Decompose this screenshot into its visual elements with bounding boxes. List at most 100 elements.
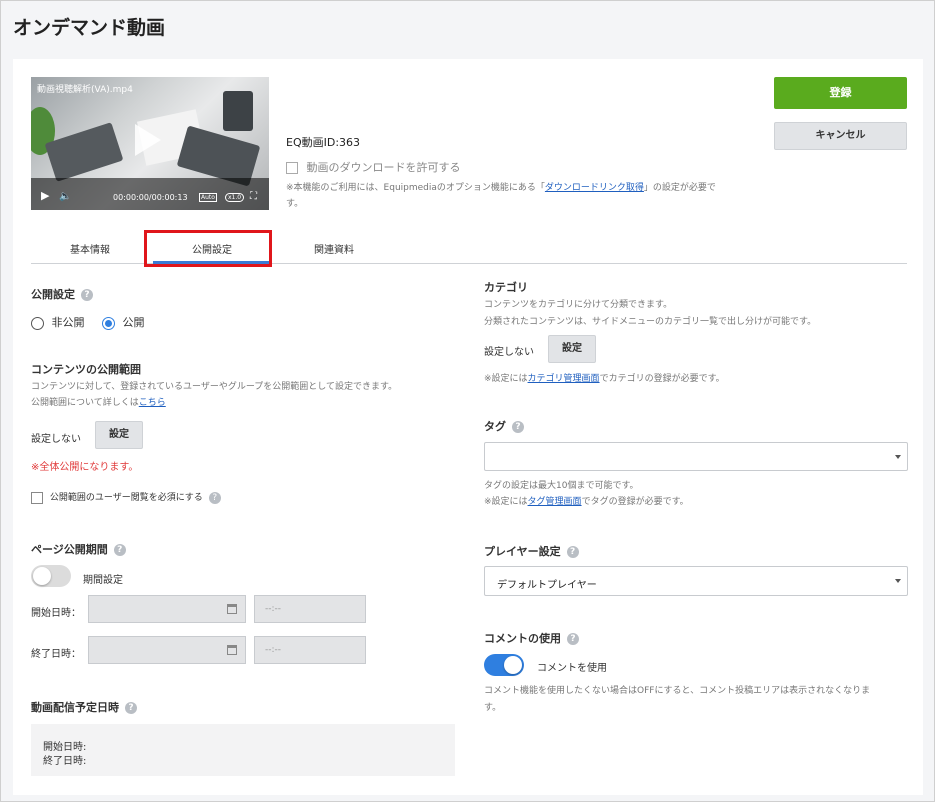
- schedule-panel: 開始日時: 終了日時:: [31, 724, 455, 776]
- video-thumb-tablet: [223, 91, 253, 131]
- category-description: コンテンツをカテゴリに分けて分類できます。 分類されたコンテンツは、サイドメニュ…: [484, 297, 816, 331]
- period-end-date[interactable]: [88, 636, 246, 664]
- time-placeholder: --:--: [265, 604, 282, 614]
- visibility-heading: 公開設定?: [31, 286, 93, 302]
- register-button[interactable]: 登録: [774, 77, 907, 109]
- visibility-radio-group: 非公開 公開: [31, 314, 145, 330]
- toggle-knob: [33, 567, 51, 585]
- schedule-start: 開始日時:: [43, 742, 87, 753]
- period-toggle-label: 期間設定: [83, 575, 123, 586]
- download-note-line2: す。: [286, 199, 304, 209]
- download-note: ※本機能のご利用には、Equipmediaのオプション機能にある「ダウンロードリ…: [286, 180, 756, 212]
- tag-note-prefix: ※設定には: [484, 497, 528, 507]
- help-icon[interactable]: ?: [567, 633, 579, 645]
- player-selected: デフォルトプレイヤー: [497, 580, 597, 591]
- period-end-time[interactable]: --:--: [254, 636, 366, 664]
- content-card: 動画視聴解析(VA).mp4 ▶ 🔈 00:00:00/00:00:13 Aut…: [13, 59, 923, 795]
- tag-select[interactable]: [484, 442, 908, 471]
- period-start-time[interactable]: --:--: [254, 595, 366, 623]
- download-note-prefix: ※本機能のご利用には、Equipmediaのオプション機能にある「: [286, 183, 545, 193]
- help-icon[interactable]: ?: [208, 491, 221, 504]
- player-select[interactable]: デフォルトプレイヤー: [484, 566, 908, 596]
- speed-icon[interactable]: x1.0: [225, 193, 245, 202]
- comment-desc-line2: す。: [484, 703, 502, 713]
- calendar-icon[interactable]: [227, 604, 237, 614]
- require-view-checkbox[interactable]: [31, 491, 43, 504]
- volume-icon[interactable]: 🔈: [59, 191, 71, 202]
- video-player[interactable]: 動画視聴解析(VA).mp4 ▶ 🔈 00:00:00/00:00:13 Aut…: [31, 77, 269, 210]
- radio-private[interactable]: [31, 316, 44, 330]
- help-icon[interactable]: ?: [512, 421, 524, 433]
- chevron-down-icon[interactable]: [895, 579, 901, 583]
- scope-set-button[interactable]: 設定: [95, 421, 143, 449]
- chevron-down-icon[interactable]: [895, 454, 901, 459]
- tab-related-materials[interactable]: 関連資料: [275, 241, 393, 256]
- download-checkbox[interactable]: [286, 162, 298, 174]
- scope-heading: コンテンツの公開範囲: [31, 363, 141, 376]
- category-admin-link[interactable]: カテゴリ管理画面: [528, 374, 600, 384]
- comment-desc-line1: コメント機能を使用したくない場合はOFFにすると、コメント投稿エリアは表示されな…: [484, 686, 871, 696]
- player-heading: プレイヤー設定?: [484, 543, 579, 559]
- tag-admin-link[interactable]: タグ管理画面: [528, 497, 582, 507]
- period-toggle[interactable]: [31, 565, 71, 587]
- tag-heading-text: タグ: [484, 420, 506, 433]
- fullscreen-icon[interactable]: ⛶: [250, 191, 257, 202]
- scope-desc-line1: コンテンツに対して、登録されているユーザーやグループを公開範囲として設定できます…: [31, 382, 398, 392]
- video-thumb-laptop: [44, 122, 124, 182]
- video-filename: 動画視聴解析(VA).mp4: [37, 85, 133, 95]
- require-view-option[interactable]: 公開範囲のユーザー閲覧を必須にする?: [31, 490, 221, 504]
- period-start-label: 開始日時：: [31, 608, 81, 619]
- scope-desc-line2: 公開範囲について詳しくは: [31, 398, 139, 408]
- period-start-date[interactable]: [88, 595, 246, 623]
- scope-details-link[interactable]: こちら: [139, 398, 166, 408]
- quality-icon[interactable]: Auto: [199, 193, 217, 202]
- time-placeholder: --:--: [265, 645, 282, 655]
- comment-description: コメント機能を使用したくない場合はOFFにすると、コメント投稿エリアは表示されな…: [484, 683, 870, 717]
- eq-video-id: EQ動画ID:363: [286, 136, 361, 149]
- schedule-heading: 動画配信予定日時?: [31, 699, 137, 715]
- require-view-label: 公開範囲のユーザー閲覧を必須にする: [49, 493, 203, 503]
- tag-note-line1: タグの設定は最大10個まで可能です。: [484, 481, 639, 491]
- video-time: 00:00:00/00:00:13: [113, 193, 188, 202]
- radio-public-label[interactable]: 公開: [123, 316, 145, 329]
- radio-private-label[interactable]: 非公開: [52, 316, 85, 329]
- category-heading: カテゴリ: [484, 281, 528, 294]
- help-icon[interactable]: ?: [125, 702, 137, 714]
- comment-heading-text: コメントの使用: [484, 632, 561, 645]
- comment-heading: コメントの使用?: [484, 630, 579, 646]
- category-set-button[interactable]: 設定: [548, 335, 596, 363]
- category-note-prefix: ※設定には: [484, 374, 528, 384]
- page-title: オンデマンド動画: [13, 17, 166, 39]
- play-overlay-icon[interactable]: [135, 124, 161, 156]
- help-icon[interactable]: ?: [81, 289, 93, 301]
- tag-note-suffix: でタグの登録が必要です。: [581, 497, 689, 507]
- scope-description: コンテンツに対して、登録されているユーザーやグループを公開範囲として設定できます…: [31, 379, 397, 411]
- help-icon[interactable]: ?: [113, 544, 126, 556]
- highlight-box: [144, 230, 272, 267]
- calendar-icon[interactable]: [227, 645, 237, 655]
- download-permission[interactable]: 動画のダウンロードを許可する: [286, 159, 461, 175]
- scope-none-label: 設定しない: [31, 434, 81, 445]
- toggle-knob: [504, 656, 522, 674]
- comment-toggle[interactable]: [484, 654, 524, 676]
- download-label: 動画のダウンロードを許可する: [306, 161, 461, 174]
- period-end-label: 終了日時：: [31, 649, 81, 660]
- play-icon[interactable]: ▶: [41, 189, 49, 202]
- player-heading-text: プレイヤー設定: [484, 545, 561, 558]
- tab-basic-info[interactable]: 基本情報: [31, 241, 149, 256]
- visibility-heading-text: 公開設定: [31, 288, 75, 301]
- download-link[interactable]: ダウンロードリンク取得: [545, 183, 644, 193]
- tag-note: タグの設定は最大10個まで可能です。 ※設定にはタグ管理画面でタグの登録が必要で…: [484, 478, 689, 510]
- cancel-button[interactable]: キャンセル: [774, 122, 907, 150]
- comment-toggle-label: コメントを使用: [537, 663, 607, 674]
- category-none-label: 設定しない: [484, 347, 534, 358]
- category-note-suffix: でカテゴリの登録が必要です。: [599, 374, 725, 384]
- help-icon[interactable]: ?: [566, 546, 579, 558]
- download-note-suffix: 」の設定が必要で: [643, 183, 716, 193]
- category-desc-line2: 分類されたコンテンツは、サイドメニューのカテゴリ一覧で出し分けが可能です。: [484, 317, 817, 327]
- period-heading: ページ公開期間?: [31, 541, 126, 557]
- scope-warning: ※全体公開になります。: [31, 462, 139, 473]
- radio-public[interactable]: [102, 316, 115, 330]
- tag-heading: タグ?: [484, 418, 524, 434]
- app-frame: オンデマンド動画 動画視聴解析(VA).mp4 ▶ 🔈 00:00:00/00:…: [0, 0, 935, 802]
